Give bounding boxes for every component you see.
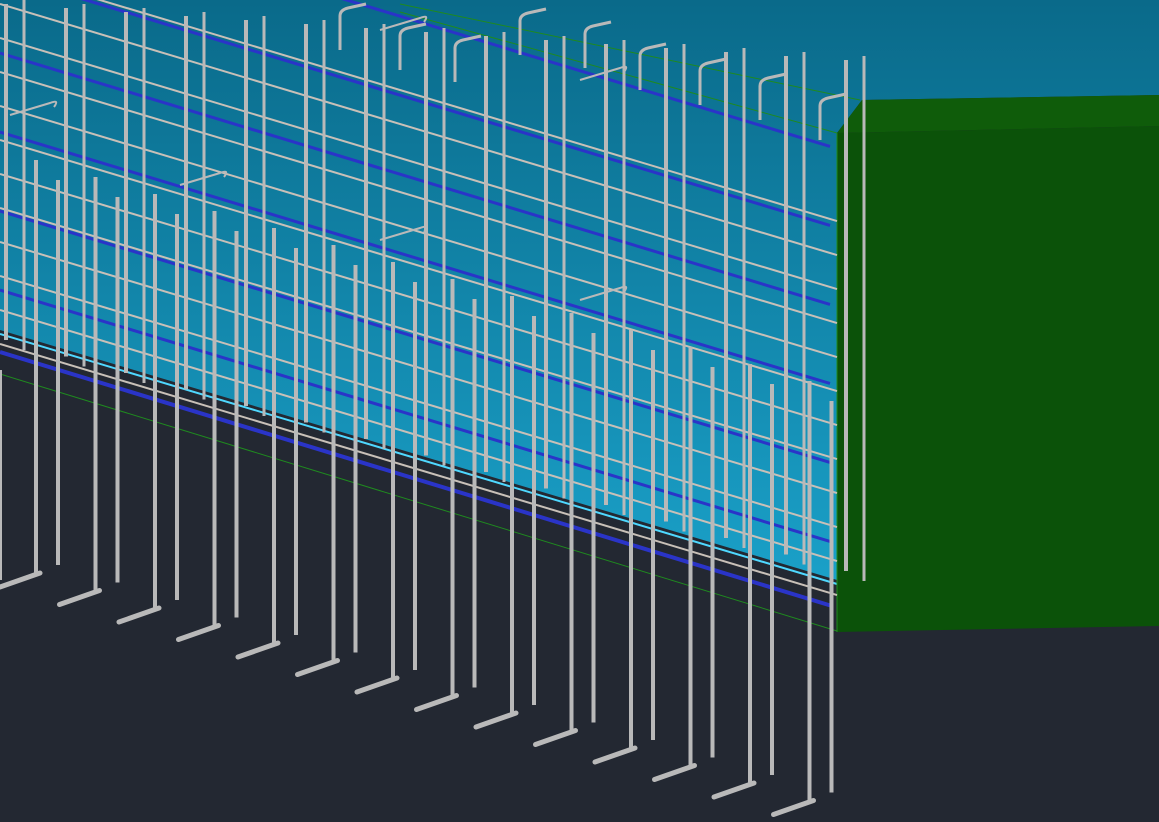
wall-end-cap [837, 126, 1159, 632]
rebar-model-scene[interactable] [0, 0, 1159, 822]
cad-viewport[interactable] [0, 0, 1159, 822]
